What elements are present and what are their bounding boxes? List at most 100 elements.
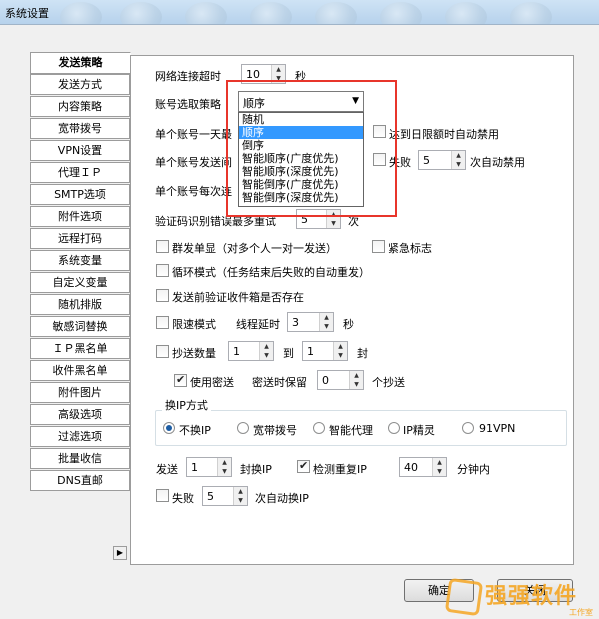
fail-switch-ip-checkbox[interactable]: [156, 489, 169, 502]
tab-item[interactable]: VPN设置: [30, 140, 130, 161]
highlight-box: [226, 80, 397, 217]
ip-mode-label: IP精灵: [403, 424, 435, 437]
spin-down-icon[interactable]: ▼: [452, 160, 465, 169]
dup-ip-spinner[interactable]: 40 ▲ ▼: [399, 457, 447, 477]
thread-delay-label: 线程延时: [236, 318, 280, 331]
thread-delay-unit: 秒: [343, 318, 354, 331]
spin-up-icon[interactable]: ▲: [320, 313, 333, 322]
spin-down-icon[interactable]: ▼: [350, 380, 363, 389]
radio-91vpn[interactable]: [462, 422, 474, 434]
bcc-keep-spinner[interactable]: 0 ▲ ▼: [317, 370, 364, 390]
window-title: 系统设置: [5, 7, 49, 20]
speed-limit-checkbox[interactable]: [156, 316, 169, 329]
bcc-label: 使用密送: [190, 376, 234, 389]
loop-label: 循环模式（任务结束后失败的自动重发）: [172, 266, 370, 279]
loop-checkbox[interactable]: [156, 264, 169, 277]
tab-item[interactable]: SMTP选项: [30, 184, 130, 205]
tab-item[interactable]: 附件选项: [30, 206, 130, 227]
urgent-label: 紧急标志: [388, 242, 432, 255]
dup-ip-value: 40: [404, 461, 418, 474]
dup-ip-label: 检测重复IP: [313, 463, 367, 476]
tab-item[interactable]: 宽带拨号: [30, 118, 130, 139]
tab-item[interactable]: 代理ＩＰ: [30, 162, 130, 183]
ip-mode-label: 91VPN: [479, 422, 516, 435]
send-label: 发送: [156, 463, 178, 476]
cc-from-value: 1: [233, 345, 240, 358]
spin-down-icon[interactable]: ▼: [218, 467, 231, 476]
bcc-checkbox[interactable]: [174, 373, 187, 387]
dup-ip-checkbox[interactable]: [297, 459, 310, 473]
ip-mode-label: 不换IP: [179, 424, 211, 437]
tab-item[interactable]: 远程打码: [30, 228, 130, 249]
bcc-keep-value: 0: [322, 374, 329, 387]
account-strategy-label: 账号选取策略: [155, 98, 221, 111]
ip-mode-title: 换IP方式: [162, 397, 211, 413]
ip-mode-label: 智能代理: [329, 424, 373, 437]
timeout-label: 网络连接超时: [155, 70, 221, 83]
ip-mode-label: 宽带拨号: [253, 424, 297, 437]
thread-delay-spinner[interactable]: 3 ▲ ▼: [287, 312, 334, 332]
spin-up-icon[interactable]: ▲: [452, 151, 465, 160]
tab-item[interactable]: 随机排版: [30, 294, 130, 315]
title-bar: 系统设置: [0, 0, 599, 32]
spin-up-icon[interactable]: ▲: [272, 65, 285, 74]
dup-ip-unit: 分钟内: [457, 463, 490, 476]
tab-item[interactable]: 高级选项: [30, 404, 130, 425]
spin-down-icon[interactable]: ▼: [334, 351, 347, 360]
group-single-checkbox[interactable]: [156, 240, 169, 253]
tab-scroll-right-icon[interactable]: ▶: [113, 546, 127, 560]
tab-item[interactable]: 批量收信: [30, 448, 130, 469]
spin-down-icon[interactable]: ▼: [260, 351, 273, 360]
urgent-checkbox[interactable]: [372, 240, 385, 253]
cc-from-spinner[interactable]: 1 ▲ ▼: [228, 341, 274, 361]
daily-limit-label: 达到日限额时自动禁用: [389, 128, 499, 141]
tab-item[interactable]: 收件黑名单: [30, 360, 130, 381]
spin-up-icon[interactable]: ▲: [218, 458, 231, 467]
bcc-keep-unit: 个抄送: [372, 376, 405, 389]
spin-up-icon[interactable]: ▲: [234, 487, 247, 496]
fail2-label: 失败: [172, 492, 194, 505]
radio-broadband[interactable]: [237, 422, 249, 434]
fail2-spinner[interactable]: 5 ▲ ▼: [202, 486, 248, 506]
fail2-suffix: 次自动换IP: [255, 492, 309, 505]
tab-item[interactable]: 发送方式: [30, 74, 130, 95]
tab-item[interactable]: 系统变量: [30, 250, 130, 271]
per-connect-label: 单个账号每次连: [155, 185, 232, 198]
tab-item[interactable]: ＩＰ黑名单: [30, 338, 130, 359]
tab-item[interactable]: DNS直邮: [30, 470, 130, 491]
watermark-sub: 工作室: [569, 608, 593, 617]
radio-no-ip-change[interactable]: [163, 422, 175, 434]
cc-count-label: 抄送数量: [172, 347, 216, 360]
cc-to-spinner[interactable]: 1 ▲ ▼: [302, 341, 348, 361]
spin-down-icon[interactable]: ▼: [320, 322, 333, 331]
tab-item[interactable]: 敏感词替换: [30, 316, 130, 337]
tab-item[interactable]: 内容策略: [30, 96, 130, 117]
spin-down-icon[interactable]: ▼: [327, 219, 340, 228]
radio-smart-proxy[interactable]: [313, 422, 325, 434]
spin-down-icon[interactable]: ▼: [234, 496, 247, 505]
tab-item[interactable]: 发送策略: [30, 52, 131, 74]
cc-unit: 封: [357, 347, 368, 360]
radio-ip-genie[interactable]: [388, 422, 400, 434]
tab-item[interactable]: 自定义变量: [30, 272, 130, 293]
spin-up-icon[interactable]: ▲: [260, 342, 273, 351]
cc-to-label: 到: [283, 347, 294, 360]
tab-item[interactable]: 过滤选项: [30, 426, 130, 447]
cc-to-value: 1: [307, 345, 314, 358]
spin-up-icon[interactable]: ▲: [350, 371, 363, 380]
tab-item[interactable]: 附件图片: [30, 382, 130, 403]
thread-delay-value: 3: [292, 316, 299, 329]
fail-spinner[interactable]: 5 ▲ ▼: [418, 150, 466, 170]
fail-value: 5: [423, 154, 430, 167]
watermark-logo: 强强软件 工作室: [444, 577, 599, 619]
fail2-value: 5: [207, 490, 214, 503]
cc-count-checkbox[interactable]: [156, 345, 169, 358]
verify-inbox-checkbox[interactable]: [156, 289, 169, 302]
per-day-label: 单个账号一天最: [155, 128, 232, 141]
spin-up-icon[interactable]: ▲: [334, 342, 347, 351]
spin-up-icon[interactable]: ▲: [433, 458, 446, 467]
send-switch-label: 封换IP: [240, 463, 272, 476]
verify-inbox-label: 发送前验证收件箱是否存在: [172, 291, 304, 304]
send-spinner[interactable]: 1 ▲ ▼: [186, 457, 232, 477]
spin-down-icon[interactable]: ▼: [433, 467, 446, 476]
